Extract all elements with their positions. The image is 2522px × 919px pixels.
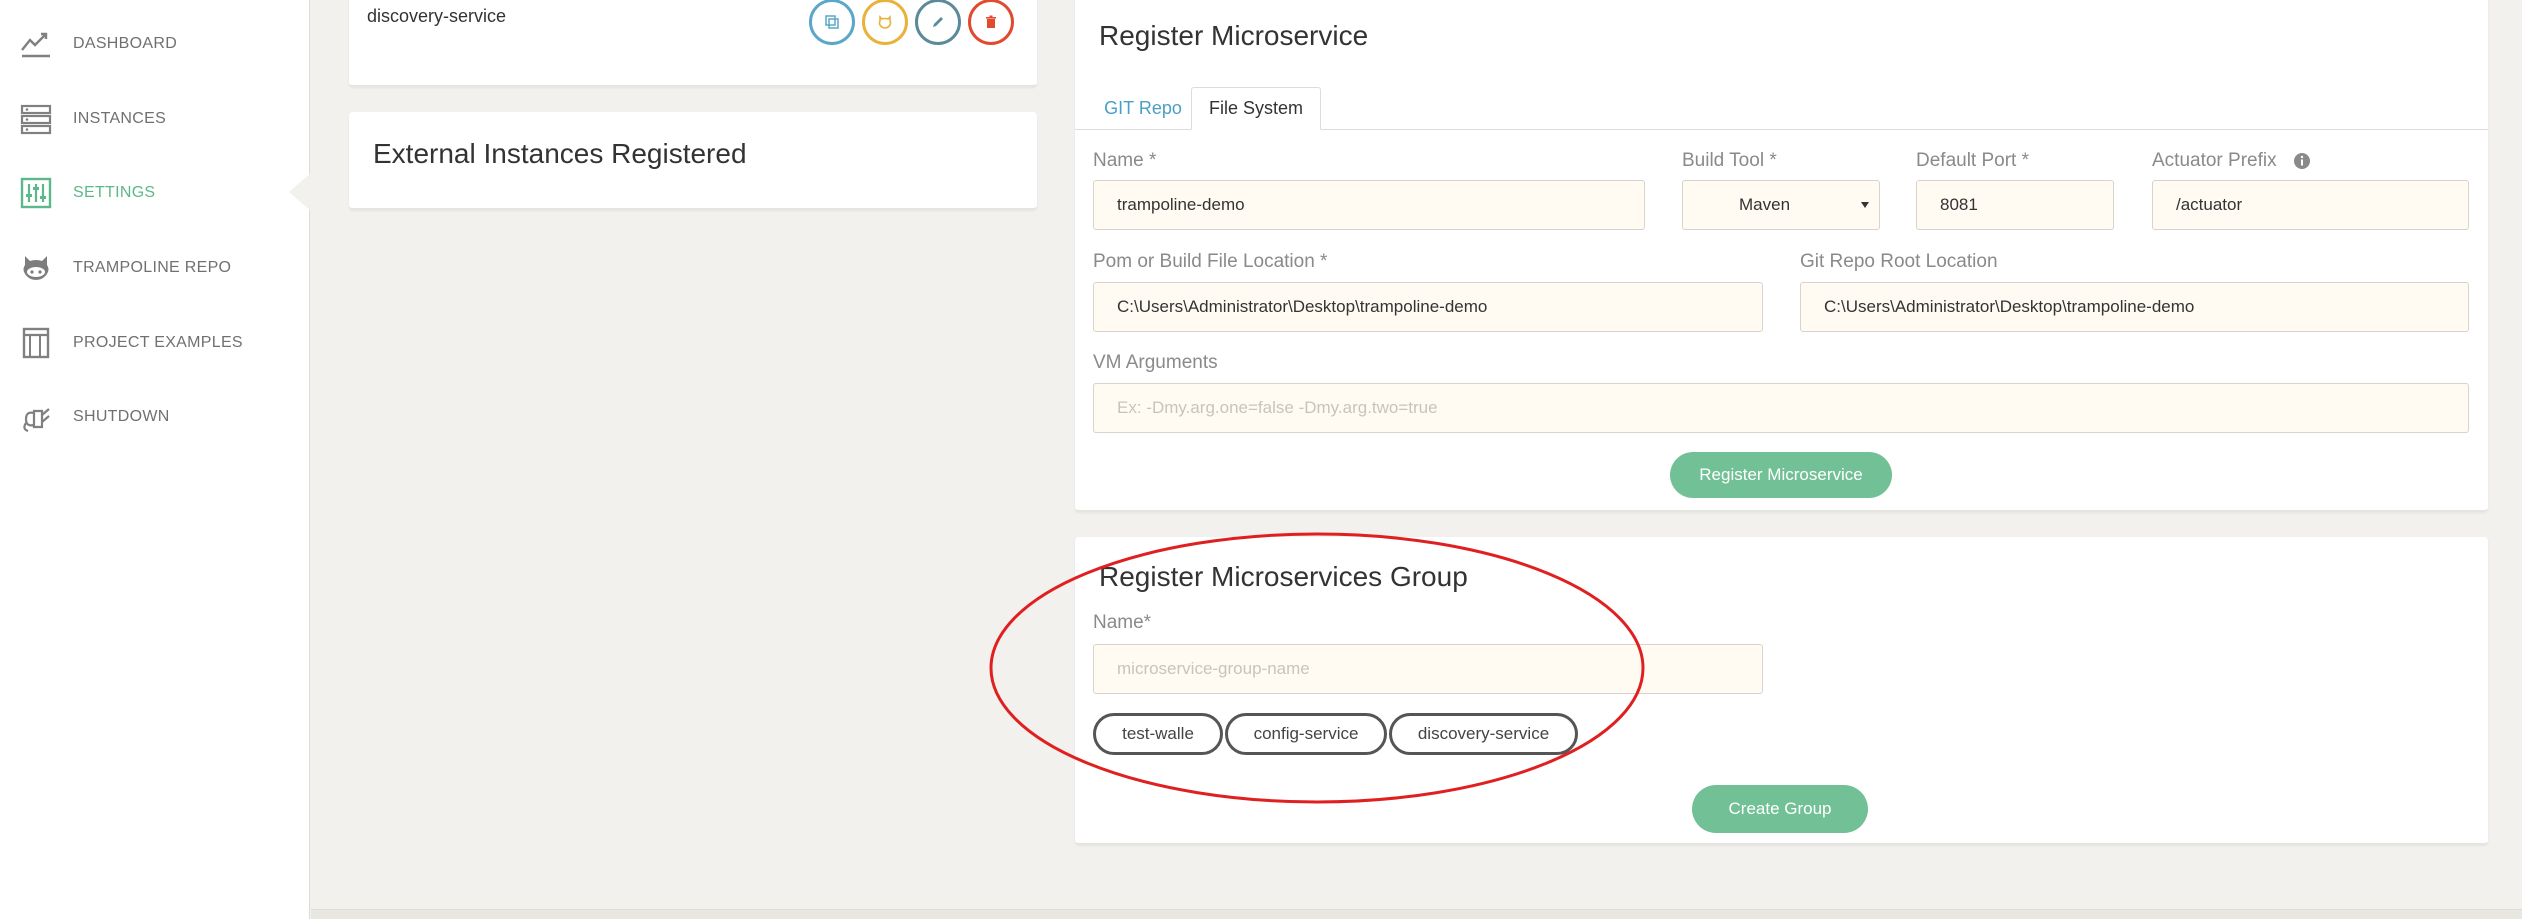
sidebar-item-label: PROJECT EXAMPLES: [73, 334, 243, 351]
instance-card: discovery-service: [349, 0, 1037, 87]
vm-arguments-field[interactable]: Ex: -Dmy.arg.one=false -Dmy.arg.two=true: [1093, 383, 2469, 433]
git-root-field[interactable]: C:\Users\Administrator\Desktop\trampolin…: [1800, 282, 2469, 332]
edit-button[interactable]: [915, 0, 961, 45]
external-instances-card: External Instances Registered: [349, 112, 1037, 210]
footer-strip: [311, 909, 2522, 919]
sidebar-item-trampoline-repo[interactable]: TRAMPOLINE REPO: [0, 238, 309, 298]
register-microservice-button[interactable]: Register Microservice: [1670, 452, 1892, 498]
pom-location-label: Pom or Build File Location *: [1093, 251, 1328, 272]
actuator-prefix-label: Actuator Prefix: [2152, 150, 2277, 171]
power-plug-icon: [23, 408, 50, 433]
sidebar-item-settings[interactable]: SETTINGS: [0, 163, 309, 223]
git-root-label: Git Repo Root Location: [1800, 251, 1998, 272]
book-icon: [22, 327, 50, 359]
sliders-icon: [20, 177, 52, 209]
build-tool-label: Build Tool *: [1682, 150, 1777, 171]
github-icon: [878, 15, 892, 29]
delete-button[interactable]: [968, 0, 1014, 45]
build-tool-select[interactable]: Maven: [1682, 180, 1880, 230]
name-label: Name *: [1093, 150, 1157, 171]
create-group-button[interactable]: Create Group: [1692, 785, 1868, 833]
github-button[interactable]: [862, 0, 908, 45]
group-name-field[interactable]: microservice-group-name: [1093, 644, 1763, 694]
copy-icon: [825, 15, 839, 29]
register-microservice-card: Register Microservice GIT Repo File Syst…: [1075, 0, 2488, 512]
active-nav-pointer: [289, 174, 310, 210]
chevron-down-icon: [1861, 202, 1869, 208]
default-port-label: Default Port *: [1916, 150, 2029, 171]
actuator-prefix-field[interactable]: /actuator: [2152, 180, 2469, 230]
trash-icon: [986, 15, 996, 28]
build-tool-value: Maven: [1739, 195, 1791, 214]
info-icon[interactable]: [2293, 152, 2311, 170]
register-microservice-title: Register Microservice: [1099, 20, 1369, 51]
sidebar-item-label: DASHBOARD: [73, 35, 178, 52]
external-instances-title: External Instances Registered: [373, 138, 747, 169]
tab-git-repo[interactable]: GIT Repo: [1093, 87, 1193, 130]
group-chip[interactable]: config-service: [1225, 713, 1387, 755]
register-group-title: Register Microservices Group: [1099, 561, 1468, 592]
sidebar-item-instances[interactable]: INSTANCES: [0, 89, 309, 149]
sidebar: DASHBOARD INSTANCES SETTINGS TRAMPOLINE …: [0, 0, 310, 919]
pencil-icon: [933, 17, 943, 27]
sidebar-item-label: TRAMPOLINE REPO: [73, 259, 232, 276]
default-port-field[interactable]: 8081: [1916, 180, 2114, 230]
pom-location-field[interactable]: C:\Users\Administrator\Desktop\trampolin…: [1093, 282, 1763, 332]
sidebar-item-label: INSTANCES: [73, 110, 167, 127]
group-chip[interactable]: test-walle: [1093, 713, 1223, 755]
sidebar-item-shutdown[interactable]: SHUTDOWN: [0, 387, 309, 447]
server-list-icon: [20, 104, 52, 135]
github-octocat-icon: [23, 256, 49, 280]
group-name-label: Name*: [1093, 612, 1152, 633]
group-chip[interactable]: discovery-service: [1389, 713, 1578, 755]
sidebar-item-label: SETTINGS: [73, 184, 156, 201]
chart-line-icon: [21, 32, 50, 58]
name-field[interactable]: trampoline-demo: [1093, 180, 1645, 230]
sidebar-item-dashboard[interactable]: DASHBOARD: [0, 14, 309, 74]
copy-button[interactable]: [809, 0, 855, 45]
tab-file-system[interactable]: File System: [1191, 87, 1321, 130]
register-group-card: Register Microservices Group Name* micro…: [1075, 537, 2488, 845]
instance-name: discovery-service: [367, 6, 507, 26]
vm-arguments-label: VM Arguments: [1093, 352, 1218, 373]
sidebar-item-label: SHUTDOWN: [73, 408, 170, 425]
sidebar-item-project-examples[interactable]: PROJECT EXAMPLES: [0, 313, 309, 373]
